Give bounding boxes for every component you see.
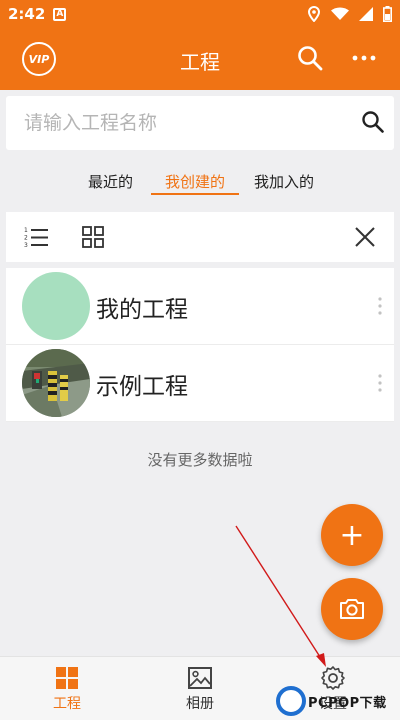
watermark-text: PCPOP下载 xyxy=(308,695,387,711)
view-toolbar: 1 2 3 xyxy=(6,212,394,262)
signal-icon xyxy=(359,7,373,21)
nav-projects[interactable]: 工程 xyxy=(17,665,117,713)
notification-icon: A xyxy=(53,7,67,21)
road-photo-image xyxy=(22,349,90,417)
close-icon[interactable] xyxy=(352,224,378,250)
album-icon xyxy=(188,667,212,689)
search-input[interactable] xyxy=(24,108,344,138)
svg-text:1: 1 xyxy=(24,227,28,234)
svg-text:3: 3 xyxy=(24,242,28,249)
grid-view-icon[interactable] xyxy=(80,224,106,250)
camera-button[interactable] xyxy=(321,578,383,640)
search-field-icon[interactable] xyxy=(360,109,386,135)
plus-icon: + xyxy=(339,517,365,553)
search-icon[interactable] xyxy=(296,44,324,72)
list-end-text: 没有更多数据啦 xyxy=(147,451,253,469)
nav-album-label: 相册 xyxy=(186,696,214,712)
app-bar: VIP 工程 xyxy=(0,28,400,90)
row-more-icon[interactable] xyxy=(374,294,386,318)
list-view-icon[interactable]: 1 2 3 xyxy=(24,224,50,250)
nav-album[interactable]: 相册 xyxy=(150,665,250,713)
watermark: PCPOP下载 xyxy=(276,682,400,720)
wifi-icon xyxy=(331,7,349,20)
more-icon[interactable] xyxy=(350,46,378,70)
tab-recent[interactable]: 最近的 xyxy=(88,171,133,195)
search-box xyxy=(6,96,394,150)
status-time: 2:42 xyxy=(8,5,46,23)
page-title: 工程 xyxy=(180,50,220,74)
project-avatar xyxy=(22,272,90,340)
project-list: 我的工程 示例工程 xyxy=(6,268,394,422)
status-bar: 2:42 A xyxy=(0,0,400,28)
svg-text:2: 2 xyxy=(24,235,28,242)
row-more-icon[interactable] xyxy=(374,371,386,395)
project-avatar xyxy=(22,349,90,417)
project-row[interactable]: 示例工程 xyxy=(6,345,394,422)
location-icon xyxy=(307,6,321,22)
nav-projects-label: 工程 xyxy=(53,696,81,712)
tab-created-by-me[interactable]: 我创建的 xyxy=(151,171,239,195)
watermark-logo-icon xyxy=(276,686,306,716)
add-project-button[interactable]: + xyxy=(321,504,383,566)
camera-icon xyxy=(340,599,364,619)
projects-grid-icon xyxy=(56,667,78,689)
tab-joined[interactable]: 我加入的 xyxy=(254,171,314,195)
project-name: 示例工程 xyxy=(96,374,188,400)
project-name: 我的工程 xyxy=(96,297,188,323)
project-tabs: 最近的 我创建的 我加入的 xyxy=(0,166,400,196)
project-row[interactable]: 我的工程 xyxy=(6,268,394,345)
battery-icon xyxy=(383,6,392,22)
